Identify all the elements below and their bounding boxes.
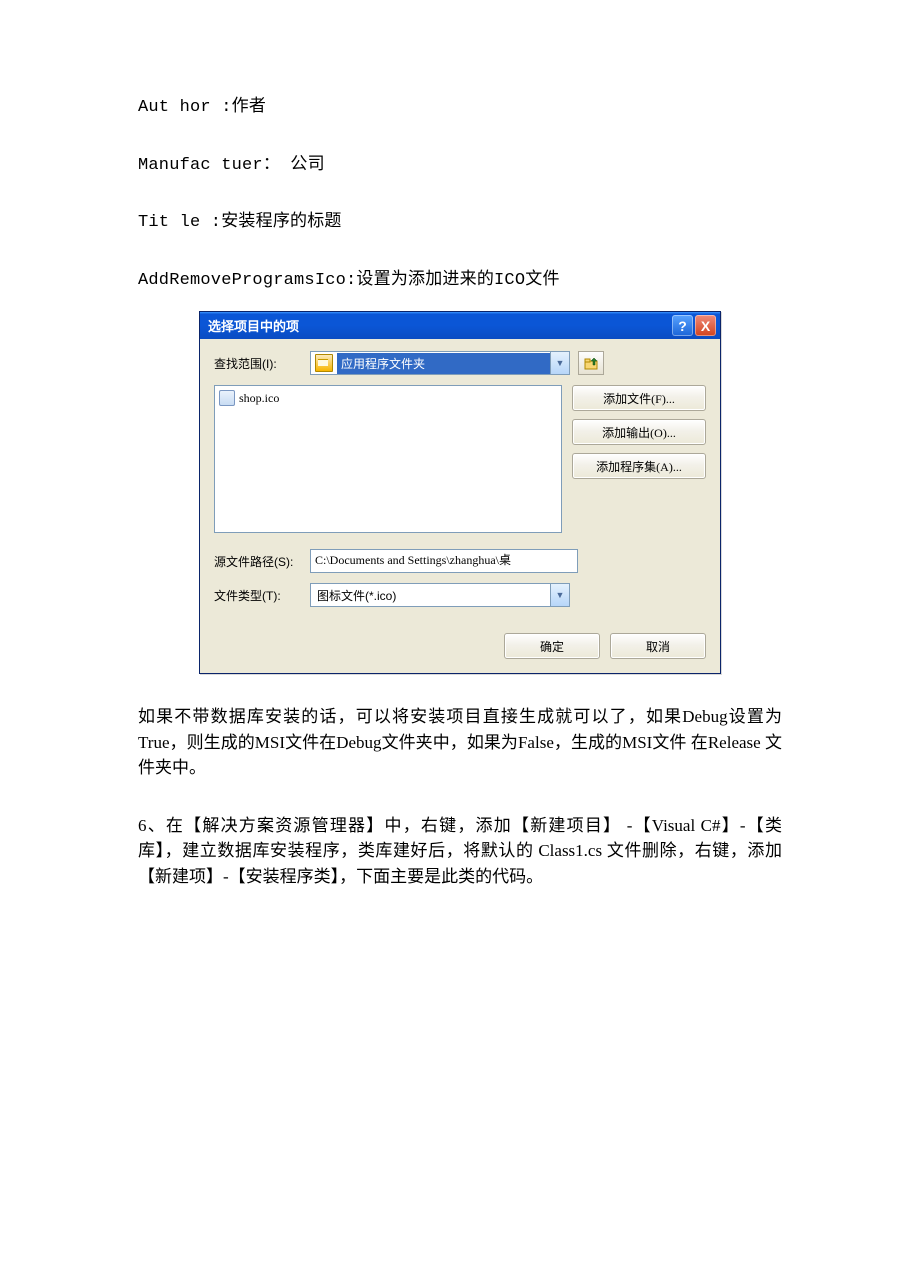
help-button[interactable]: ? (672, 315, 693, 336)
text-addremove: AddRemoveProgramsIco:设置为添加进来的ICO文件 (138, 268, 782, 294)
up-one-level-button[interactable] (578, 351, 604, 375)
file-icon (219, 390, 235, 406)
add-file-button[interactable]: 添加文件(F)... (572, 385, 706, 411)
chevron-down-icon: ▼ (550, 352, 569, 374)
add-assembly-button[interactable]: 添加程序集(A)... (572, 453, 706, 479)
file-type-value: 图标文件(*.ico) (311, 587, 550, 604)
file-type-label: 文件类型(T): (214, 587, 310, 604)
source-path-field[interactable]: C:\Documents and Settings\zhanghua\桌 (310, 549, 578, 573)
close-icon: X (701, 318, 710, 334)
source-path-label: 源文件路径(S): (214, 553, 310, 570)
lookin-value: 应用程序文件夹 (337, 353, 550, 374)
lookin-combo[interactable]: 应用程序文件夹 ▼ (310, 351, 570, 375)
list-item[interactable]: shop.ico (219, 390, 557, 406)
help-icon: ? (678, 318, 687, 334)
add-output-button[interactable]: 添加输出(O)... (572, 419, 706, 445)
file-type-combo[interactable]: 图标文件(*.ico) ▼ (310, 583, 570, 607)
dialog-titlebar: 选择项目中的项 ? X (200, 312, 720, 339)
ok-button[interactable]: 确定 (504, 633, 600, 659)
text-title: Tit le :安装程序的标题 (138, 210, 782, 236)
text-paragraph-6: 6、在【解决方案资源管理器】中，右键，添加【新建项目】 -【Visual C#】… (138, 813, 782, 890)
file-list[interactable]: shop.ico (214, 385, 562, 533)
close-button[interactable]: X (695, 315, 716, 336)
folder-up-icon (584, 356, 598, 370)
dialog-title-text: 选择项目中的项 (208, 316, 672, 335)
folder-icon (315, 354, 333, 372)
cancel-button[interactable]: 取消 (610, 633, 706, 659)
lookin-label: 查找范围(I): (214, 355, 310, 372)
text-paragraph-5: 如果不带数据库安装的话，可以将安装项目直接生成就可以了，如果Debug设置为Tr… (138, 704, 782, 781)
select-item-dialog: 选择项目中的项 ? X 查找范围(I): 应用程序文件夹 ▼ (199, 311, 721, 674)
file-name: shop.ico (239, 391, 279, 406)
chevron-down-icon: ▼ (550, 584, 569, 606)
text-author: Aut hor :作者 (138, 95, 782, 121)
text-manufacturer: Manufac tuer： 公司 (138, 153, 782, 179)
